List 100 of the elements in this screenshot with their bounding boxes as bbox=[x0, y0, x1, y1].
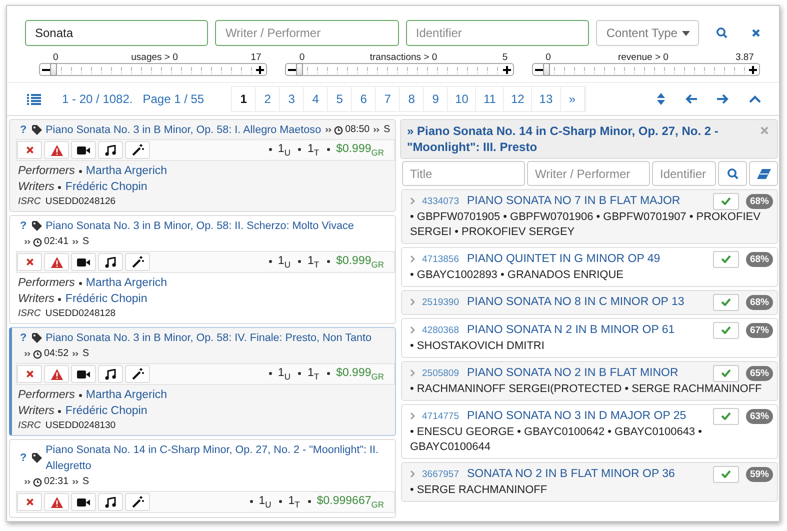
chevron-icon[interactable] bbox=[410, 470, 415, 478]
track-title-link[interactable]: Piano Sonata No. 14 in C-Sharp Minor, Op. 27, No. 2 - "Moonlight": II. Allegretto bbox=[46, 442, 391, 474]
chevron-icon[interactable] bbox=[410, 298, 415, 306]
track-card[interactable]: ? Piano Sonata No. 14 in C-Sharp Minor, Op. 27, No. 2 - "Moonlight": II. Allegretto 02:31 S 1$_{U}$ 1$_{T}$ $0.999667$_{GR}$ bbox=[9, 439, 396, 518]
bullet-icon bbox=[58, 298, 62, 300]
isrc-code: USEDD0248126 bbox=[45, 196, 116, 207]
work-id-link[interactable]: 4334073 bbox=[422, 196, 459, 206]
filter-field[interactable]: Title bbox=[402, 161, 525, 186]
accept-button[interactable] bbox=[712, 322, 739, 338]
writer-link[interactable]: Frédéric Chopin bbox=[65, 179, 148, 195]
track-card[interactable]: ? Piano Sonata No. 3 in B Minor, Op. 58: II. Scherzo: Molto Vivace 02:41 S 1$_{U}$ 1$_{T}$ $0.999$_{GR}$ Performers Martha Argerich Writers Frédéric Chopin ISRC USEDD0248128 bbox=[9, 215, 396, 324]
slider-thumb[interactable] bbox=[296, 63, 304, 76]
work-id-link[interactable]: 4714775 bbox=[422, 410, 459, 422]
delete-button[interactable] bbox=[17, 141, 42, 159]
delete-button[interactable] bbox=[17, 365, 42, 383]
warning-button[interactable] bbox=[44, 253, 69, 271]
match-row[interactable]: 4713856 PIANO QUINTET IN G MINOR OP 49 68% • GBAYC1002893 • GRANADOS ENRIQUE bbox=[401, 247, 778, 287]
search-field[interactable]: Identifier bbox=[406, 20, 590, 46]
bullet-icon bbox=[298, 148, 302, 152]
match-row[interactable]: 2519390 PIANO SONATA NO 8 IN C MINOR OP 13 68% bbox=[401, 290, 778, 315]
search-field[interactable]: Sonata bbox=[25, 20, 208, 46]
chevron-icon[interactable] bbox=[410, 197, 415, 205]
work-title-link[interactable]: SONATA NO 2 IN B FLAT MINOR OP 36 bbox=[466, 468, 713, 480]
arrow-right-icon[interactable] bbox=[717, 94, 729, 104]
increase-button[interactable] bbox=[746, 64, 759, 75]
help-link[interactable]: ? bbox=[20, 122, 27, 138]
increase-button[interactable] bbox=[500, 64, 513, 75]
chevron-icon[interactable] bbox=[410, 255, 415, 263]
accept-button[interactable] bbox=[712, 466, 739, 482]
match-row[interactable]: 4334073 PIANO SONATA NO 7 IN B FLAT MAJOR 68% • GBPFW0701905 • GBPFW0701906 • GBPFW0701907 • PROKOFIEV SERGEI • PROKOFIEV SERGEY bbox=[401, 189, 778, 244]
warning-button[interactable] bbox=[44, 141, 69, 159]
sort-icon[interactable] bbox=[657, 93, 665, 105]
video-button[interactable] bbox=[71, 493, 96, 511]
arrow-left-icon[interactable] bbox=[685, 94, 697, 104]
caret-up-icon[interactable] bbox=[749, 95, 761, 103]
work-title-link[interactable]: PIANO SONATA NO 3 IN D MAJOR OP 25 bbox=[466, 410, 713, 422]
performer-link[interactable]: Martha Argerich bbox=[86, 387, 168, 403]
field-label: Writers bbox=[18, 180, 54, 195]
warning-button[interactable] bbox=[44, 493, 69, 511]
track-card[interactable]: ? Piano Sonata No. 3 in B Minor, Op. 58: I. Allegro Maetoso 08:50 S 1$_{U}$ 1$_{T}$ $0.999$_{GR}$ Performers Martha Argerich Writers Frédéric Chopin ISRC USEDD0248126 bbox=[9, 119, 396, 212]
match-row[interactable]: 4714775 PIANO SONATA NO 3 IN D MAJOR OP 25 63% • ENESCU GEORGE • GBAYC0100642 • GBAYC0100643 • GBAYC0100644 bbox=[401, 404, 778, 459]
accept-button[interactable] bbox=[712, 250, 739, 268]
accept-button[interactable] bbox=[712, 192, 739, 210]
search-button[interactable] bbox=[718, 161, 747, 186]
accept-button[interactable] bbox=[712, 408, 739, 424]
bullet-icon bbox=[268, 260, 272, 264]
magic-wand-button[interactable] bbox=[125, 493, 150, 511]
slider-thumb[interactable] bbox=[50, 63, 57, 76]
magic-wand-button[interactable] bbox=[125, 253, 150, 271]
magic-wand-button[interactable] bbox=[125, 365, 150, 383]
match-row[interactable]: 4280368 PIANO SONATA N 2 IN B MINOR OP 61 67% • SHOSTAKOVICH DMITRI bbox=[401, 318, 778, 358]
writer-link[interactable]: Frédéric Chopin bbox=[65, 403, 148, 419]
work-id-link[interactable]: 4280368 bbox=[422, 324, 459, 336]
eraser-button[interactable] bbox=[749, 161, 778, 186]
video-button[interactable] bbox=[71, 141, 96, 159]
music-button[interactable] bbox=[98, 365, 123, 383]
work-title-link[interactable]: PIANO SONATA N 2 IN B MINOR OP 61 bbox=[466, 324, 713, 336]
magic-wand-button[interactable] bbox=[125, 141, 150, 159]
match-row[interactable]: 3667957 SONATA NO 2 IN B FLAT MINOR OP 36 59% • SERGE RACHMANINOFF bbox=[401, 462, 778, 502]
chevron-icon[interactable] bbox=[410, 326, 415, 334]
video-button[interactable] bbox=[71, 365, 96, 383]
chevron-icon[interactable] bbox=[410, 369, 415, 377]
work-title-link[interactable]: PIANO SONATA NO 8 IN C MINOR OP 13 bbox=[466, 296, 713, 308]
work-id-link[interactable]: 4713856 bbox=[422, 254, 459, 264]
work-id-link[interactable]: 3667957 bbox=[422, 468, 459, 480]
slider-thumb[interactable] bbox=[542, 63, 550, 76]
video-button[interactable] bbox=[71, 253, 96, 271]
help-link[interactable]: ? bbox=[20, 218, 27, 234]
work-title-link[interactable]: PIANO QUINTET IN G MINOR OP 49 bbox=[466, 253, 713, 265]
filter-field[interactable]: Writer / Performer bbox=[527, 161, 650, 186]
list-icon[interactable] bbox=[27, 94, 41, 104]
help-link[interactable]: ? bbox=[20, 450, 27, 466]
filter-field[interactable]: Identifier bbox=[652, 161, 716, 186]
accept-button[interactable] bbox=[712, 364, 739, 382]
accept-button[interactable] bbox=[712, 294, 739, 310]
delete-button[interactable] bbox=[17, 493, 42, 511]
help-link[interactable]: ? bbox=[20, 330, 27, 346]
track-title-link[interactable]: Piano Sonata No. 3 in B Minor, Op. 58: IV. Finale: Presto, Non Tanto bbox=[46, 330, 372, 346]
score-badge: 68% bbox=[746, 294, 773, 310]
performer-link[interactable]: Martha Argerich bbox=[86, 163, 168, 179]
music-button[interactable] bbox=[98, 253, 123, 271]
writer-link[interactable]: Frédéric Chopin bbox=[65, 291, 148, 307]
music-button[interactable] bbox=[98, 493, 123, 511]
magic-wand-icon bbox=[132, 256, 144, 268]
warning-button[interactable] bbox=[44, 365, 69, 383]
work-title-link[interactable]: PIANO SONATA NO 7 IN B FLAT MAJOR bbox=[466, 195, 713, 207]
increase-button[interactable] bbox=[254, 64, 266, 75]
track-title-link[interactable]: Piano Sonata No. 3 in B Minor, Op. 58: II. Scherzo: Molto Vivace bbox=[46, 218, 354, 234]
track-title-link[interactable]: Piano Sonata No. 3 in B Minor, Op. 58: I. Allegro Maetoso bbox=[46, 122, 322, 138]
content-type-select[interactable]: Content Type bbox=[596, 20, 699, 46]
search-field[interactable]: Writer / Performer bbox=[215, 20, 399, 46]
chevron-icon[interactable] bbox=[410, 412, 415, 420]
track-card[interactable]: ? Piano Sonata No. 3 in B Minor, Op. 58: IV. Finale: Presto, Non Tanto 04:52 S 1$_{U}$ 1$_{T}$ $0.999$_{GR}$ Performers Martha Argerich Writers Frédéric Chopin ISRC USEDD0248130 bbox=[9, 327, 396, 436]
work-id-link[interactable]: 2519390 bbox=[422, 296, 459, 308]
match-row[interactable]: 2505809 PIANO SONATA NO 2 IN B FLAT MINOR 65% • RACHMANINOFF SERGEI(PROTECTED • SERGE RACHMANINOFF bbox=[401, 361, 778, 401]
performer-link[interactable]: Martha Argerich bbox=[86, 275, 168, 291]
music-button[interactable] bbox=[98, 141, 123, 159]
work-id-link[interactable]: 2505809 bbox=[422, 368, 459, 378]
work-title-link[interactable]: PIANO SONATA NO 2 IN B FLAT MINOR bbox=[466, 367, 713, 379]
delete-button[interactable] bbox=[17, 253, 42, 271]
